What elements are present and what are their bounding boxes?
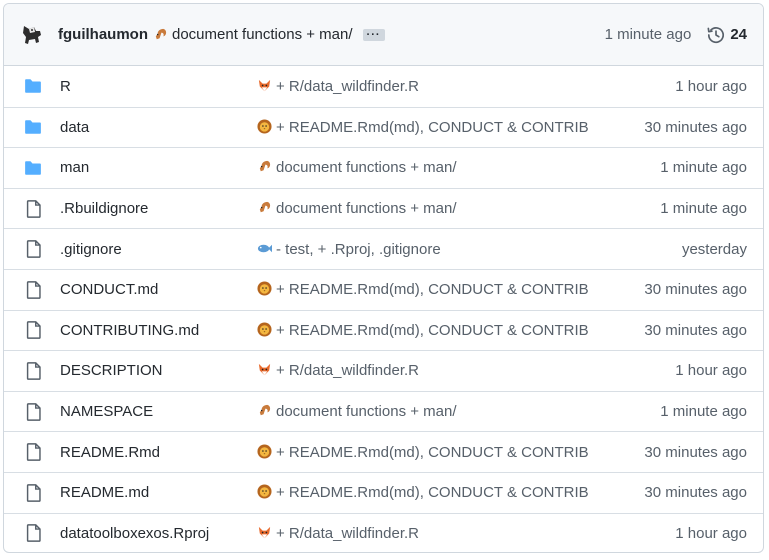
file-name-link[interactable]: datatoolboxexos.Rproj <box>60 525 257 542</box>
squirrel-emoji-icon <box>257 403 276 420</box>
commit-message-text: + README.Rmd(md), CONDUCT & CONTRIB <box>276 443 589 461</box>
file-row[interactable]: datatoolboxexos.Rproj + R/data_wildfinder… <box>4 512 763 552</box>
file-list: R + R/data_wildfinder.R 1 hour ago data + RE… <box>4 66 763 552</box>
lion-emoji-icon <box>257 322 276 339</box>
file-name-link[interactable]: man <box>60 159 257 176</box>
file-browser: fguilhaumon document functions + man/ ··… <box>3 3 764 553</box>
file-name-link[interactable]: README.md <box>60 484 257 501</box>
file-icon <box>4 483 60 502</box>
commit-age: 30 minutes ago <box>644 443 747 461</box>
latest-commit-bar: fguilhaumon document functions + man/ ··… <box>4 4 763 66</box>
commit-history-link[interactable]: 24 <box>707 26 747 44</box>
fox-emoji-icon <box>257 78 276 95</box>
file-row[interactable]: R + R/data_wildfinder.R 1 hour ago <box>4 66 763 107</box>
fish-emoji-icon <box>257 241 276 258</box>
file-name-link[interactable]: .gitignore <box>60 241 257 258</box>
file-name-link[interactable]: R <box>60 78 257 95</box>
commit-message-text: document functions + man/ <box>276 403 457 421</box>
file-icon <box>4 443 60 462</box>
folder-icon <box>4 160 60 176</box>
file-icon <box>4 524 60 543</box>
commit-message-link[interactable]: + README.Rmd(md), CONDUCT & CONTRIB <box>257 444 607 461</box>
lion-emoji-icon <box>257 119 276 136</box>
file-icon <box>4 321 60 340</box>
file-name-link[interactable]: CONTRIBUTING.md <box>60 322 257 339</box>
commit-age: 1 minute ago <box>660 200 747 218</box>
file-name-link[interactable]: .Rbuildignore <box>60 200 257 217</box>
commit-message-text: + R/data_wildfinder.R <box>276 524 419 542</box>
file-icon <box>4 280 60 299</box>
file-icon <box>4 199 60 218</box>
lion-emoji-icon <box>257 281 276 298</box>
file-icon <box>4 402 60 421</box>
commit-age: yesterday <box>681 240 747 258</box>
commit-message-text: + README.Rmd(md), CONDUCT & CONTRIB <box>276 321 589 339</box>
commit-message-link[interactable]: + README.Rmd(md), CONDUCT & CONTRIB <box>257 119 607 136</box>
file-row[interactable]: README.Rmd + README.Rmd(md), CONDUCT & CO… <box>4 431 763 472</box>
commit-message-link[interactable]: + README.Rmd(md), CONDUCT & CONTRIB <box>257 281 607 298</box>
file-name-link[interactable]: CONDUCT.md <box>60 281 257 298</box>
commit-age: 1 minute ago <box>660 403 747 421</box>
squirrel-emoji-icon <box>257 159 276 176</box>
history-icon <box>707 26 725 43</box>
file-row[interactable]: CONTRIBUTING.md + README.Rmd(md), CONDUCT… <box>4 309 763 351</box>
file-icon <box>4 362 60 380</box>
fox-emoji-icon <box>257 362 276 379</box>
expand-commit-button[interactable]: ··· <box>362 28 385 41</box>
commit-message-link[interactable]: document functions + man/ <box>257 403 607 420</box>
commit-message-link[interactable]: + README.Rmd(md), CONDUCT & CONTRIB <box>257 484 607 501</box>
file-name-link[interactable]: data <box>60 119 257 136</box>
file-name-link[interactable]: README.Rmd <box>60 444 257 461</box>
commit-message-link[interactable]: + R/data_wildfinder.R <box>257 78 607 95</box>
commit-age: 30 minutes ago <box>644 321 747 339</box>
file-row[interactable]: NAMESPACE document functions + man/1 minu… <box>4 390 763 432</box>
folder-icon <box>4 78 60 94</box>
commit-message-text: document functions + man/ <box>276 159 457 177</box>
commit-age: 1 hour ago <box>675 362 747 380</box>
file-row[interactable]: .Rbuildignore document functions + man/1 … <box>4 187 763 229</box>
commit-age: 1 hour ago <box>675 77 747 95</box>
commit-message[interactable]: document functions + man/ <box>172 26 353 43</box>
file-row[interactable]: CONDUCT.md + README.Rmd(md), CONDUCT & CO… <box>4 268 763 310</box>
commit-message-text: + R/data_wildfinder.R <box>276 362 419 380</box>
file-name-link[interactable]: NAMESPACE <box>60 403 257 420</box>
file-row[interactable]: DESCRIPTION + R/data_wildfinder.R 1 hour a… <box>4 350 763 391</box>
commit-age: 30 minutes ago <box>644 118 747 136</box>
squirrel-emoji-icon <box>155 28 167 40</box>
commit-author[interactable]: fguilhaumon <box>58 26 148 43</box>
file-row[interactable]: .gitignore - test, + .Rproj, .gitignore ye… <box>4 228 763 269</box>
avatar[interactable] <box>20 23 44 47</box>
commit-message-text: + README.Rmd(md), CONDUCT & CONTRIB <box>276 484 589 502</box>
commit-age: 30 minutes ago <box>644 281 747 299</box>
commit-count: 24 <box>730 26 747 43</box>
commit-message-link[interactable]: + R/data_wildfinder.R <box>257 362 607 379</box>
commit-message-link[interactable]: document functions + man/ <box>257 159 607 176</box>
commit-message-link[interactable]: + README.Rmd(md), CONDUCT & CONTRIB <box>257 322 607 339</box>
commit-message-text: - test, + .Rproj, .gitignore <box>276 240 441 258</box>
commit-age: 1 minute ago <box>660 159 747 177</box>
commit-message-text: + README.Rmd(md), CONDUCT & CONTRIB <box>276 281 589 299</box>
commit-time[interactable]: 1 minute ago <box>605 26 692 43</box>
commit-message-text: + README.Rmd(md), CONDUCT & CONTRIB <box>276 118 589 136</box>
fox-emoji-icon <box>257 525 276 542</box>
commit-age: 30 minutes ago <box>644 484 747 502</box>
commit-message-text: document functions + man/ <box>276 200 457 218</box>
commit-message-link[interactable]: - test, + .Rproj, .gitignore <box>257 241 607 258</box>
commit-message-text: + R/data_wildfinder.R <box>276 77 419 95</box>
file-row[interactable]: README.md + README.Rmd(md), CONDUCT & CON… <box>4 471 763 513</box>
commit-message-link[interactable]: document functions + man/ <box>257 200 607 217</box>
folder-icon <box>4 119 60 135</box>
commit-message-link[interactable]: + R/data_wildfinder.R <box>257 525 607 542</box>
lion-emoji-icon <box>257 484 276 501</box>
lion-emoji-icon <box>257 444 276 461</box>
squirrel-emoji-icon <box>257 200 276 217</box>
file-name-link[interactable]: DESCRIPTION <box>60 362 257 379</box>
file-row[interactable]: man document functions + man/1 minute ago <box>4 147 763 188</box>
file-icon <box>4 240 60 259</box>
commit-age: 1 hour ago <box>675 524 747 542</box>
file-row[interactable]: data + README.Rmd(md), CONDUCT & CONTRIB 3… <box>4 106 763 148</box>
